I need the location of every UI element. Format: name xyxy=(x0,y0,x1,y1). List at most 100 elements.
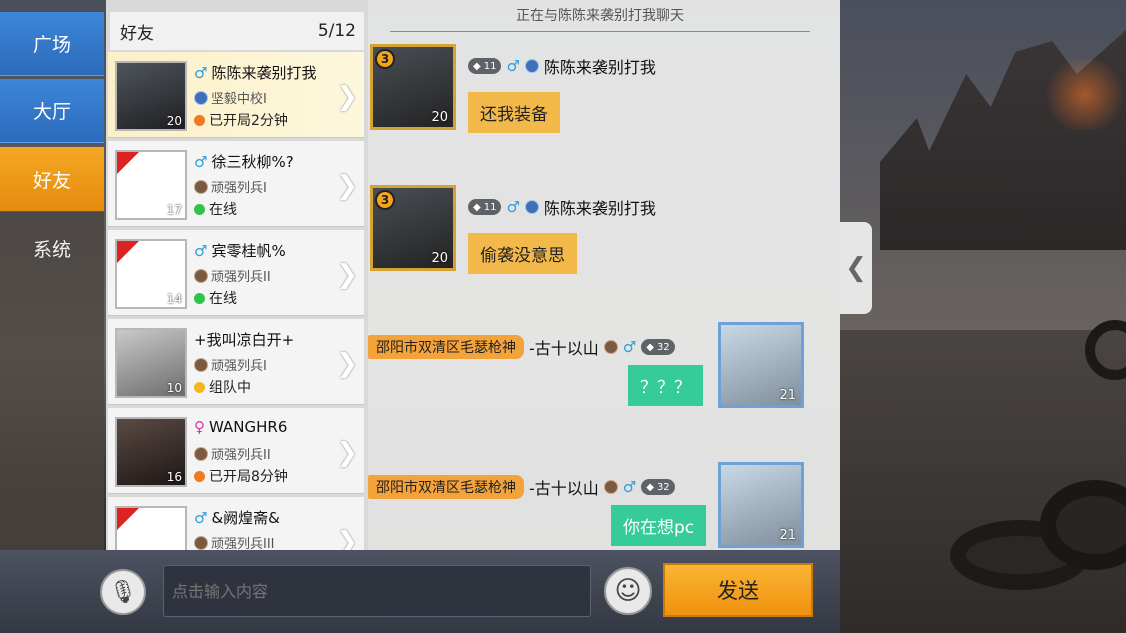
friends-header: 好友 5/12 xyxy=(110,12,364,50)
status-text: 在线 xyxy=(209,291,237,307)
message-avatar[interactable]: 3 20 xyxy=(370,44,456,130)
male-icon: ♂ xyxy=(506,198,520,216)
friend-name: ♂ &阙煌斋& xyxy=(194,507,280,528)
rank-icon xyxy=(524,200,539,214)
tab-system[interactable]: 系统 xyxy=(0,216,104,280)
friends-count: 5/12 xyxy=(317,21,356,41)
message-bubble: 偷袭没意思 xyxy=(468,233,577,274)
rank-icon xyxy=(194,268,208,283)
avatar: 10 xyxy=(115,328,187,398)
message-input[interactable] xyxy=(163,565,591,617)
friend-name: ♀ WANGHR6 xyxy=(194,418,287,436)
rank-icon xyxy=(194,357,208,372)
friend-status: 组队中 xyxy=(194,377,251,397)
chevron-left-icon: ❮ xyxy=(845,253,867,283)
message-avatar[interactable]: 3 20 xyxy=(370,185,456,271)
rank-icon xyxy=(194,179,208,194)
rank-text: 坚毅中校I xyxy=(211,92,267,107)
friends-title: 好友 xyxy=(120,23,154,44)
rank-icon xyxy=(603,480,618,494)
send-button[interactable]: 发送 xyxy=(663,563,813,617)
tab-label: 广场 xyxy=(32,34,71,56)
message-avatar[interactable]: 21 xyxy=(718,322,804,408)
rank-text: 顽强列兵II xyxy=(211,448,271,463)
rank-text: 顽强列兵III xyxy=(211,537,275,550)
rank-text: 顽强列兵II xyxy=(211,270,271,285)
message-avatar[interactable]: 21 xyxy=(718,462,804,548)
tab-plaza[interactable]: 广场 xyxy=(0,12,104,76)
status-dot xyxy=(194,114,205,126)
collapse-handle[interactable]: ❮ xyxy=(840,222,872,314)
rank-text: 顽强列兵I xyxy=(211,359,267,374)
chevron-right-icon: ❯ xyxy=(336,260,358,290)
chevron-right-icon: ❯ xyxy=(336,82,358,112)
chevron-right-icon: ❯ xyxy=(336,527,358,550)
friend-name: +我叫凉白开+ xyxy=(194,329,294,350)
status-text: 已开局2分钟 xyxy=(209,113,288,129)
avatar-level: 20 xyxy=(166,114,182,128)
status-dot xyxy=(194,470,205,482)
tab-lobby[interactable]: 大厅 xyxy=(0,79,104,143)
emoji-icon: ☺ xyxy=(614,576,642,606)
male-icon: ♂ xyxy=(194,241,208,260)
rank-badge: 3 xyxy=(375,49,395,69)
rank-badge: 3 xyxy=(375,190,395,210)
friend-rank: 顽强列兵I xyxy=(194,355,267,374)
microphone-button[interactable]: 🎙 xyxy=(100,569,146,615)
chevron-right-icon: ❯ xyxy=(336,438,358,468)
tab-label: 好友 xyxy=(32,169,71,192)
friend-rank: 顽强列兵III xyxy=(194,533,275,550)
avatar-level: 14 xyxy=(166,292,182,306)
emoji-button[interactable]: ☺ xyxy=(604,567,652,615)
friend-name-text: WANGHR6 xyxy=(209,418,288,436)
message-bubble: 还我装备 xyxy=(468,92,560,133)
avatar-level: 20 xyxy=(431,251,448,266)
friend-item[interactable]: ♂ &阙煌斋& 顽强列兵III ❯ xyxy=(108,497,364,550)
friend-item[interactable]: 16 ♀ WANGHR6 顽强列兵II 已开局8分钟 ❯ xyxy=(108,408,364,494)
rank-text: 顽强列兵I xyxy=(211,181,267,196)
male-icon: ♂ xyxy=(194,63,208,82)
tab-label: 大厅 xyxy=(32,101,71,123)
friend-name: ♂ 陈陈来袭别打我 xyxy=(194,62,316,83)
tab-friends[interactable]: 好友 xyxy=(0,147,104,211)
friend-status: 已开局8分钟 xyxy=(194,466,288,486)
avatar-level: 21 xyxy=(779,388,796,403)
status-dot xyxy=(194,381,205,393)
level-pill: ◆ 32 xyxy=(641,479,675,495)
message-meta: 邵阳市双清区毛瑟枪神 -古十以山 ♂ ◆ 32 xyxy=(368,475,675,499)
status-text: 已开局8分钟 xyxy=(209,469,288,485)
input-bar: 🎙 ☺ 发送 xyxy=(0,550,840,633)
level-pill-value: 32 xyxy=(656,481,670,493)
status-text: 组队中 xyxy=(209,380,251,396)
friend-name-text: 宾零桂帆% xyxy=(211,242,286,260)
avatar: 16 xyxy=(115,417,187,487)
status-dot xyxy=(194,292,205,304)
message-meta: ◆ 11 ♂ 陈陈来袭别打我 xyxy=(468,195,656,219)
level-pill-value: 11 xyxy=(483,201,497,213)
rank-icon xyxy=(194,446,208,461)
friend-name-text: &阙煌斋& xyxy=(211,509,280,527)
level-pill: ◆ 11 xyxy=(468,58,502,74)
message-bubble: ？？？ xyxy=(628,365,703,406)
friend-item[interactable]: 17 ♂ 徐三秋柳%? 顽强列兵I 在线 ❯ xyxy=(108,141,364,227)
avatar-level: 21 xyxy=(779,528,796,543)
friend-item[interactable]: 14 ♂ 宾零桂帆% 顽强列兵II 在线 ❯ xyxy=(108,230,364,316)
title-tag: 邵阳市双清区毛瑟枪神 xyxy=(368,335,524,359)
rank-icon xyxy=(194,90,208,105)
friend-item[interactable]: 20 ♂ 陈陈来袭别打我 坚毅中校I 已开局2分钟 ❯ xyxy=(108,52,364,138)
friend-rank: 顽强列兵I xyxy=(194,177,267,196)
friend-name-text: +我叫凉白开+ xyxy=(194,331,295,349)
message-meta: ◆ 11 ♂ 陈陈来袭别打我 xyxy=(468,54,656,78)
male-icon: ♂ xyxy=(506,57,520,75)
avatar-level: 16 xyxy=(166,470,182,484)
friend-item[interactable]: 10 +我叫凉白开+ 顽强列兵I 组队中 ❯ xyxy=(108,319,364,405)
friend-name-text: 陈陈来袭别打我 xyxy=(211,64,317,82)
level-pill-value: 32 xyxy=(656,341,670,353)
rank-icon xyxy=(194,535,208,550)
friend-rank: 顽强列兵II xyxy=(194,444,271,463)
sender-name: 陈陈来袭别打我 xyxy=(543,58,656,77)
chat-panel[interactable]: 正在与陈陈来袭别打我聊天 3 20 ◆ 11 ♂ 陈陈来袭别打我 还我装备 3 2… xyxy=(368,0,840,550)
chevron-right-icon: ❯ xyxy=(336,349,358,379)
level-pill-value: 11 xyxy=(483,60,497,72)
microphone-icon: 🎙 xyxy=(109,579,137,605)
